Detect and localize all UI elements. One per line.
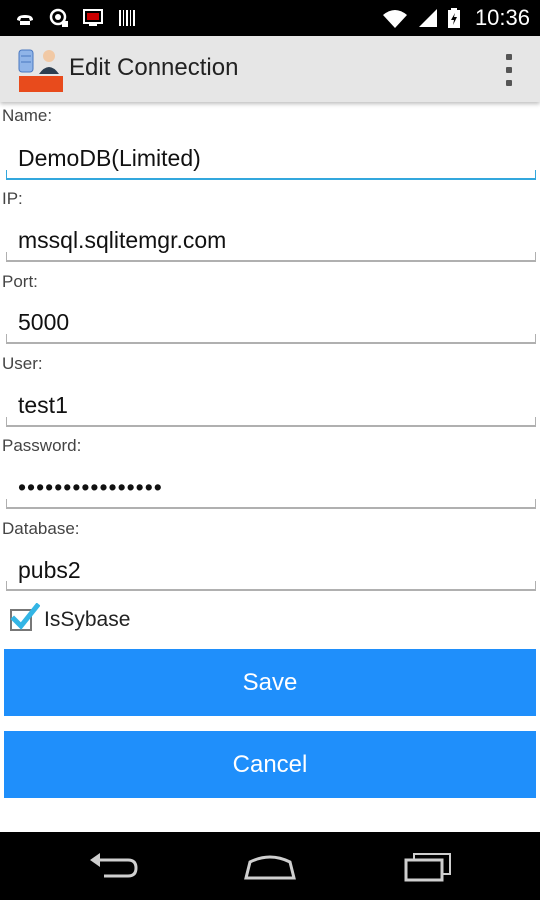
signal-icon [418,9,437,27]
is-sybase-checkbox[interactable]: IsSybase [10,603,131,636]
user-field-underline [6,417,536,427]
home-icon[interactable] [240,850,300,884]
ip-label: IP: [2,189,23,208]
app-logo-icon[interactable] [17,46,65,94]
wifi-icon [382,10,407,28]
recent-apps-icon[interactable] [398,850,458,884]
ip-field-underline [6,252,536,262]
action-bar: Edit Connection [0,36,540,102]
user-label: User: [2,354,43,373]
barcode-icon [119,10,135,26]
cancel-button[interactable]: Cancel [4,731,536,798]
is-sybase-label: IsSybase [44,608,131,631]
camera-app-icon [49,8,68,27]
checkbox-box[interactable] [10,603,40,631]
checkmark-icon [10,603,40,630]
port-label: Port: [2,272,38,291]
status-clock: 10:36 [474,5,530,30]
overflow-menu-icon[interactable] [504,54,514,86]
back-icon[interactable] [84,850,144,884]
database-label: Database: [2,519,80,538]
screen-icon [83,9,103,26]
database-field-underline [6,581,536,591]
save-button[interactable]: Save [4,649,536,716]
page-title: Edit Connection [69,54,239,81]
password-field-underline [6,499,536,509]
navigation-bar [0,832,540,900]
port-field-underline [6,334,536,344]
name-field-underline [6,170,536,180]
name-label: Name: [2,106,53,125]
status-bar: 10:36 [0,0,540,36]
voicemail-icon [17,15,33,25]
battery-icon [447,8,460,28]
password-label: Password: [2,436,82,455]
